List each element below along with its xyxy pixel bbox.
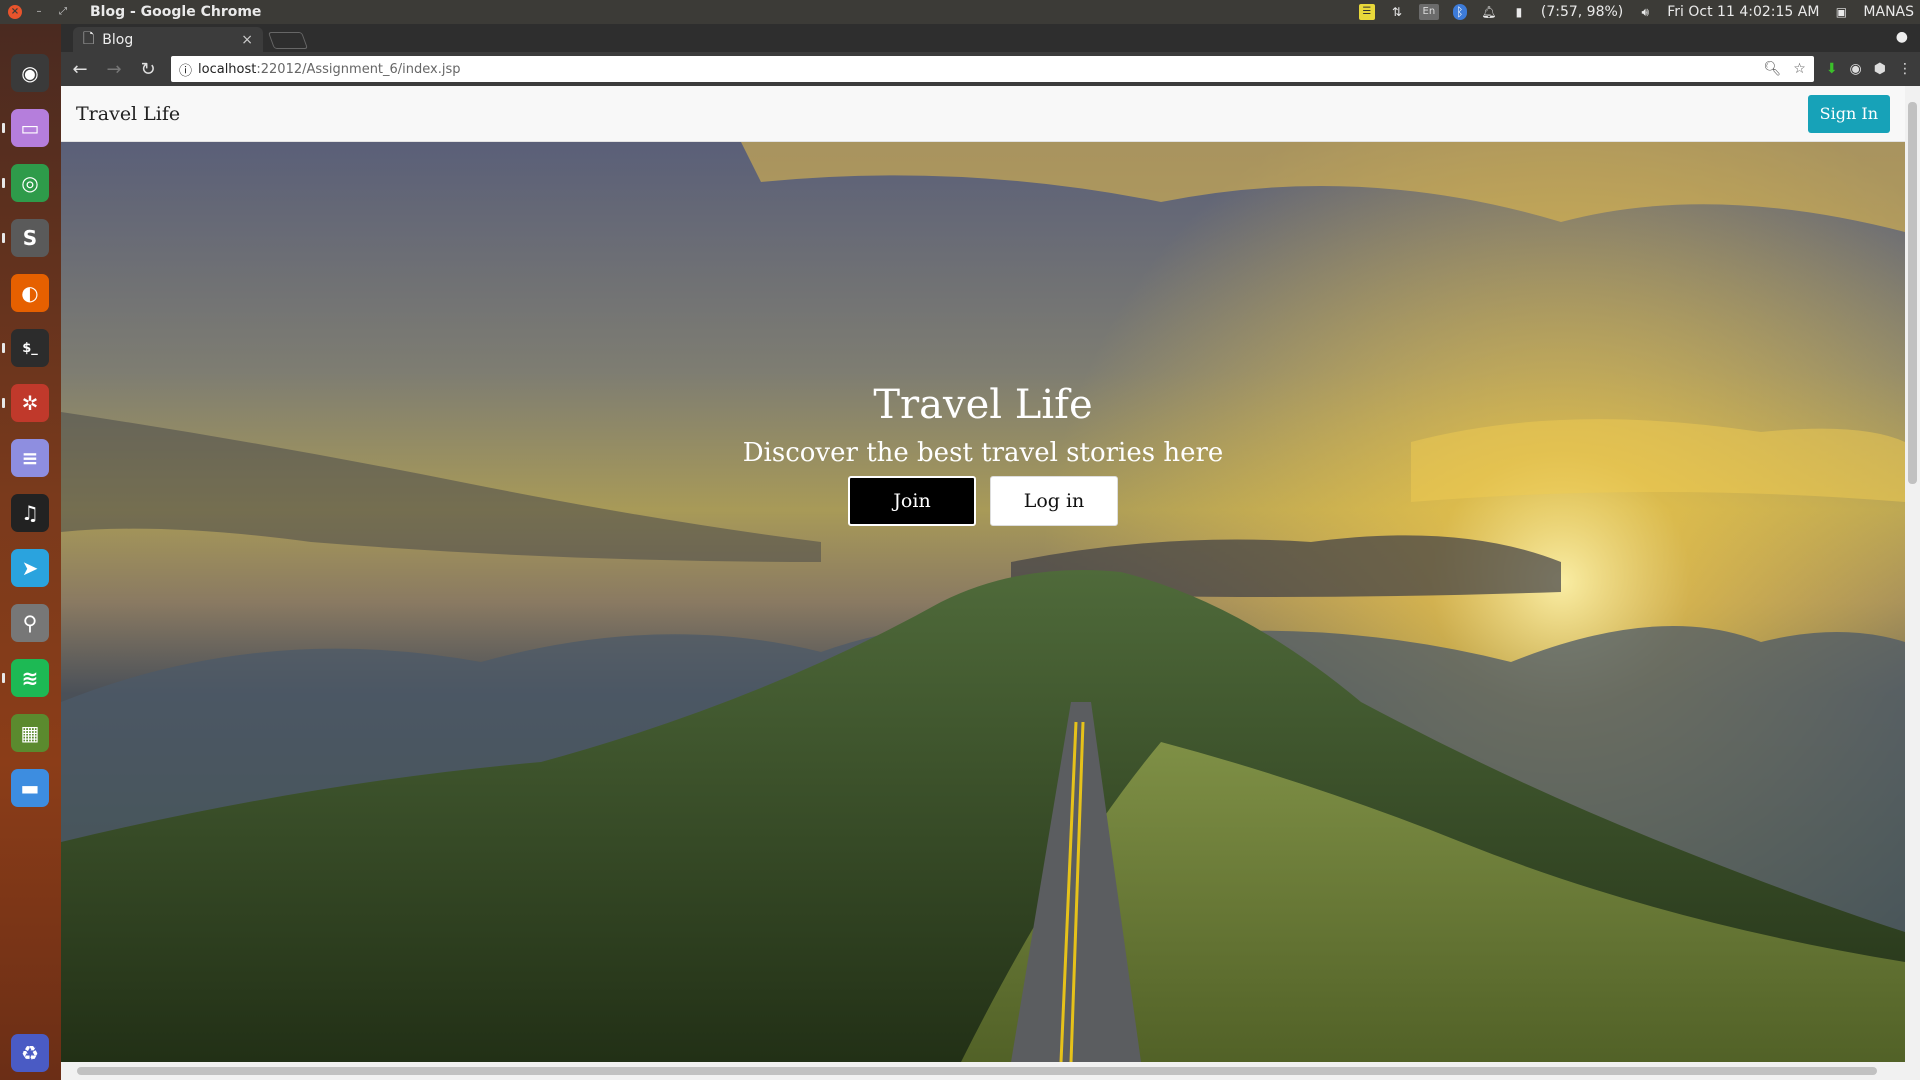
forward-button[interactable]: →	[103, 59, 125, 80]
join-button[interactable]: Join	[848, 476, 976, 526]
ubuntu-dash-icon[interactable]: ◉	[11, 54, 49, 92]
login-button[interactable]: Log in	[990, 476, 1118, 526]
app-center-icon[interactable]: ✲	[11, 384, 49, 422]
notes-indicator-icon[interactable]: ☰	[1358, 4, 1375, 20]
minecraft-icon[interactable]: ▦	[11, 714, 49, 752]
spotify-icon[interactable]: ≋	[11, 659, 49, 697]
site-brand[interactable]: Travel Life	[76, 103, 180, 125]
window-title: Blog - Google Chrome	[90, 4, 262, 20]
hero-landscape-image	[61, 142, 1905, 1062]
notification-bell-icon[interactable]: 🔔︎	[1481, 4, 1497, 20]
chrome-icon[interactable]: ◎	[11, 164, 49, 202]
hero-subtitle: Discover the best travel stories here	[742, 438, 1224, 468]
hero-buttons: Join Log in	[61, 476, 1905, 526]
running-indicator	[2, 673, 5, 683]
files-icon[interactable]: ▭	[11, 109, 49, 147]
zoom-icon[interactable]: 🔍︎	[1763, 61, 1781, 77]
download-extension-icon[interactable]: ⬇	[1826, 61, 1838, 77]
horizontal-scrollbar[interactable]	[61, 1062, 1920, 1080]
hero-section: Travel Life Discover the best travel sto…	[61, 142, 1905, 1062]
hero-content: Travel Life Discover the best travel sto…	[61, 382, 1905, 526]
battery-status[interactable]: (7:57, 98%)	[1541, 4, 1623, 20]
sign-in-button[interactable]: Sign In	[1807, 94, 1890, 133]
bookmark-star-icon[interactable]: ☆	[1793, 61, 1806, 77]
clock[interactable]: Fri Oct 11 4:02:15 AM	[1667, 4, 1819, 20]
bluetooth-icon[interactable]: ᛒ	[1452, 4, 1467, 20]
info-icon[interactable]: ⓘ	[179, 60, 192, 79]
tab-blog[interactable]: 🗋︎ Blog ×	[73, 27, 263, 52]
sublime-text-icon[interactable]: S	[11, 219, 49, 257]
running-indicator	[2, 233, 5, 243]
running-indicator	[2, 343, 5, 353]
reload-button[interactable]: ↻	[137, 59, 159, 80]
running-indicator	[2, 178, 5, 188]
music-icon[interactable]: ♫	[11, 494, 49, 532]
horizontal-scroll-thumb[interactable]	[77, 1067, 1877, 1075]
menu-icon[interactable]: ⋮	[1898, 61, 1912, 77]
new-tab-button[interactable]	[267, 32, 309, 49]
terminal-icon[interactable]: $_	[11, 329, 49, 367]
text-editor-icon[interactable]: ≡	[11, 439, 49, 477]
tab-close-icon[interactable]: ×	[241, 32, 253, 48]
network-icon[interactable]: ⇅	[1389, 4, 1405, 20]
tab-title: Blog	[102, 31, 134, 48]
browser-toolbar: ← → ↻ ⓘ localhost:22012/Assignment_6/ind…	[61, 52, 1920, 86]
shield-extension-icon[interactable]: ⬢	[1874, 61, 1886, 77]
address-bar[interactable]: ⓘ localhost:22012/Assignment_6/index.jsp…	[171, 56, 1814, 82]
window-controls: × – ⤢	[0, 5, 80, 19]
firefox-icon[interactable]: ◐	[11, 274, 49, 312]
battery-icon[interactable]: ▮	[1511, 4, 1527, 20]
usb-icon[interactable]: ⚲	[11, 604, 49, 642]
minimize-window-button[interactable]: –	[32, 5, 46, 19]
url-path: :22012/Assignment_6/index.jsp	[256, 61, 461, 77]
launcher: ◉ ▭ ◎ S ◐ $_ ✲ ≡ ♫ ➤ ⚲ ≋ ▦ ▬ ♻	[0, 24, 61, 1080]
user-session-icon[interactable]: ▣	[1833, 4, 1849, 20]
vertical-scroll-thumb[interactable]	[1908, 102, 1917, 484]
keyboard-layout-indicator[interactable]: En	[1418, 4, 1439, 20]
tab-strip: 🗋︎ Blog × ●	[61, 24, 1920, 52]
browser-window: 🗋︎ Blog × ● ← → ↻ ⓘ localhost:22012/Assi…	[61, 24, 1920, 1080]
profile-icon[interactable]: ●	[1896, 29, 1908, 45]
close-window-button[interactable]: ×	[8, 5, 22, 19]
trash-icon[interactable]: ♻	[11, 1034, 49, 1072]
hero-title: Travel Life	[873, 382, 1093, 428]
extension-icon[interactable]: ◉	[1850, 61, 1862, 77]
telegram-icon[interactable]: ➤	[11, 549, 49, 587]
restore-window-button[interactable]: ⤢	[56, 5, 70, 19]
volume-icon[interactable]: 🔊︎	[1637, 4, 1653, 20]
page-viewport: Travel Life Sign In Travel Life Discover…	[61, 86, 1920, 1080]
back-button[interactable]: ←	[69, 59, 91, 80]
url-host: localhost	[198, 61, 257, 77]
vertical-scrollbar[interactable]	[1905, 86, 1920, 1062]
folder-icon[interactable]: ▬	[11, 769, 49, 807]
running-indicator	[2, 398, 5, 408]
user-name[interactable]: MANAS	[1863, 4, 1914, 20]
system-tray: ☰ ⇅ En ᛒ 🔔︎ ▮ (7:57, 98%) 🔊︎ Fri Oct 11 …	[1358, 4, 1920, 20]
site-navbar: Travel Life Sign In	[61, 86, 1905, 142]
system-top-bar: × – ⤢ Blog - Google Chrome ☰ ⇅ En ᛒ 🔔︎ ▮…	[0, 0, 1920, 24]
page-icon: 🗋︎	[83, 30, 95, 47]
running-indicator	[2, 123, 5, 133]
